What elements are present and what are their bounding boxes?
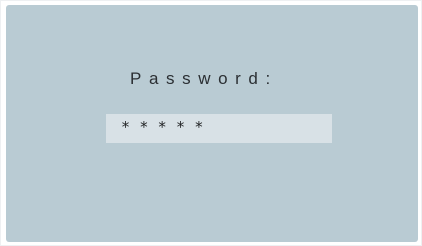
password-field[interactable]: ***** xyxy=(106,114,332,143)
password-masked-value: ***** xyxy=(121,118,213,136)
login-screen: Password: ***** xyxy=(6,5,418,242)
window-frame: Password: ***** xyxy=(0,0,422,246)
password-label: Password: xyxy=(130,69,278,88)
